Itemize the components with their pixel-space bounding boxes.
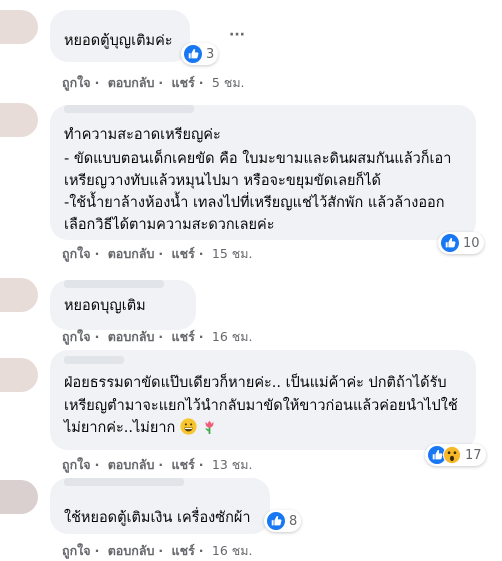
reaction-count[interactable]: 10 (438, 232, 484, 254)
comment-time[interactable]: 16 ชม. (212, 329, 253, 344)
share-link[interactable]: แชร์ (172, 457, 195, 472)
comment-text: หยอดบุญเติม (64, 298, 146, 314)
commenter-avatar[interactable] (0, 278, 38, 312)
reply-link[interactable]: ตอบกลับ (108, 329, 155, 344)
share-link[interactable]: แชร์ (172, 246, 195, 261)
comment-line: ฝ่อยธรรมดาขัดแป๊บเดียวก็หายค่ะ.. เป็นแม่… (64, 375, 447, 391)
like-icon (441, 234, 459, 252)
commenter-name[interactable] (64, 105, 194, 113)
reaction-number: 3 (206, 46, 215, 62)
commenter-avatar[interactable] (0, 10, 38, 44)
reaction-number: 10 (463, 235, 480, 251)
comment-bubble: หยอดบุญเติม (50, 280, 196, 330)
comment-actions: ถูกใจ · ตอบกลับ · แชร์ · 15 ชม. (62, 246, 253, 261)
like-link[interactable]: ถูกใจ (62, 246, 91, 261)
comment-line: เหรียญวางทับแล้วหมุนไปมา หรือจะขยุมขัดเล… (64, 173, 381, 189)
like-link[interactable]: ถูกใจ (62, 75, 91, 90)
wow-icon (443, 446, 461, 464)
more-options-icon[interactable]: ··· (229, 27, 245, 43)
tulip-emoji-icon (201, 420, 218, 436)
comment-time[interactable]: 13 ชม. (212, 457, 253, 472)
share-link[interactable]: แชร์ (172, 543, 195, 558)
comment-bubble: หยอดตู้บุญเติมค่ะ (50, 10, 190, 62)
comment-actions: ถูกใจ · ตอบกลับ · แชร์ · 16 ชม. (62, 329, 253, 344)
comment-line: เลือกวิธีได้ตามความสะดวกเลยค่ะ (64, 217, 275, 233)
reaction-count[interactable]: 3 (181, 43, 219, 65)
reply-link[interactable]: ตอบกลับ (108, 246, 155, 261)
reply-link[interactable]: ตอบกลับ (108, 75, 155, 90)
comment-bubble: ใช้หยอดตู้เติมเงิน เครื่องซักผ้า (50, 478, 270, 534)
like-icon (184, 45, 202, 63)
comment-text: หยอดตู้บุญเติมค่ะ (64, 33, 173, 49)
comment-bubble: ทำความสะอาดเหรียญค่ะ - ขัดแบบตอนเด็กเคยข… (50, 105, 476, 240)
commenter-avatar[interactable] (0, 358, 38, 392)
commenter-name[interactable] (64, 280, 164, 288)
commenter-name[interactable] (64, 356, 124, 364)
comment-time[interactable]: 16 ชม. (212, 543, 253, 558)
comment-actions: ถูกใจ · ตอบกลับ · แชร์ · 16 ชม. (62, 543, 253, 558)
reaction-count[interactable]: 17 (425, 444, 486, 466)
like-link[interactable]: ถูกใจ (62, 457, 91, 472)
reply-link[interactable]: ตอบกลับ (108, 457, 155, 472)
share-link[interactable]: แชร์ (172, 75, 195, 90)
reaction-count[interactable]: 8 (264, 510, 302, 532)
like-link[interactable]: ถูกใจ (62, 329, 91, 344)
comment-line: - ขัดแบบตอนเด็กเคยขัด คือ ใบมะขามและดินผ… (64, 151, 452, 167)
comment-line-with-emoji: ไม่ยากค่ะ..ไม่ยาก (64, 418, 218, 439)
comment-text: ใช้หยอดตู้เติมเงิน เครื่องซักผ้า (64, 510, 251, 526)
comment-time[interactable]: 15 ชม. (212, 246, 253, 261)
comment-line: เหรียญตำมาจะแยกไว้นำกลับมาขัดให้ขาวก่อนแ… (64, 398, 458, 414)
comment-time[interactable]: 5 ชม. (212, 75, 245, 90)
comment-line: -ใช้น้ำยาล้างห้องน้ำ เทลงไปที่เหรียญแช่ไ… (64, 195, 445, 211)
reaction-number: 17 (465, 447, 482, 463)
like-icon (267, 512, 285, 530)
reaction-number: 8 (289, 513, 298, 529)
commenter-avatar[interactable] (0, 103, 38, 137)
grin-emoji-icon (180, 418, 197, 436)
comment-bubble: ฝ่อยธรรมดาขัดแป๊บเดียวก็หายค่ะ.. เป็นแม่… (50, 350, 476, 450)
comment-title: ทำความสะอาดเหรียญค่ะ (64, 127, 221, 143)
reply-link[interactable]: ตอบกลับ (108, 543, 155, 558)
comment-actions: ถูกใจ · ตอบกลับ · แชร์ · 13 ชม. (62, 457, 253, 472)
comment-actions: ถูกใจ · ตอบกลับ · แชร์ · 5 ชม. (62, 75, 245, 90)
like-link[interactable]: ถูกใจ (62, 543, 91, 558)
share-link[interactable]: แชร์ (172, 329, 195, 344)
commenter-avatar[interactable] (0, 480, 38, 514)
commenter-name[interactable] (64, 478, 184, 486)
